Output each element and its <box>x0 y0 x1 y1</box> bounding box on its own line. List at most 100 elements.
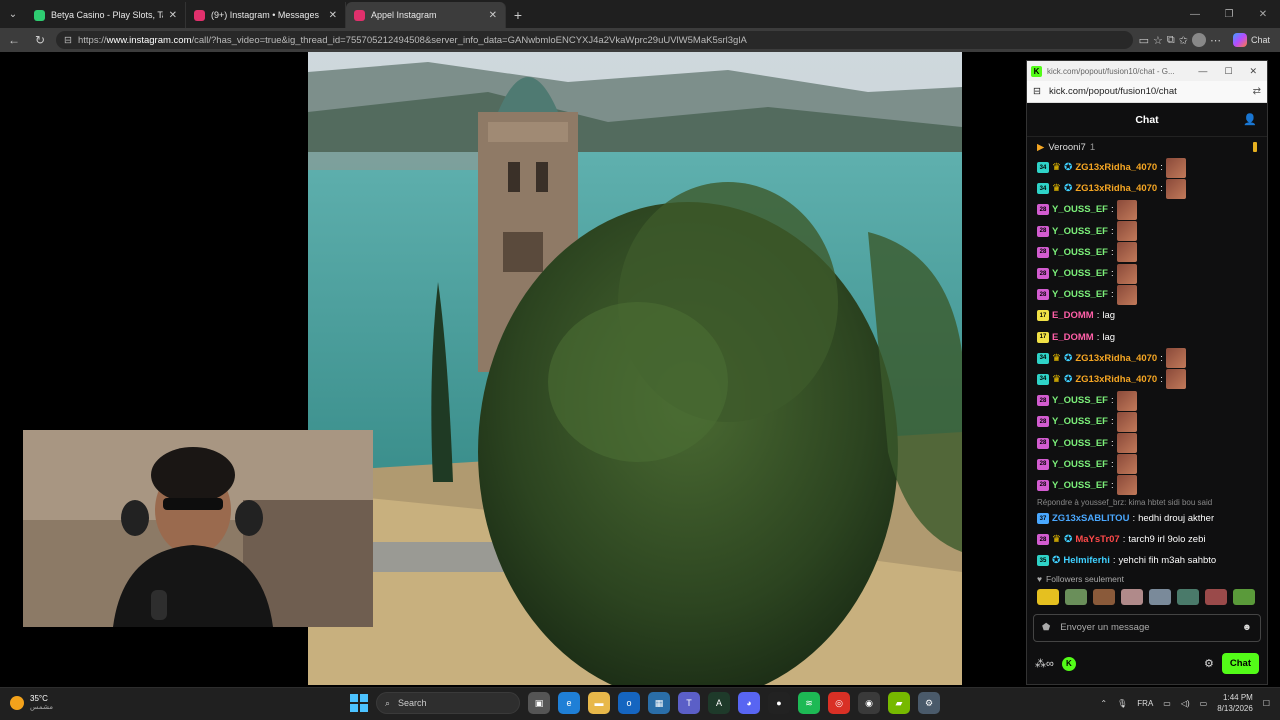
address-bar[interactable]: ⊟ https://www.instagram.com/call/?has_vi… <box>56 31 1133 49</box>
chat-message[interactable]: 37 ZG13xSABLITOU: hedhi drouj akther <box>1037 508 1257 529</box>
network-icon[interactable]: ▭ <box>1163 699 1171 708</box>
chat-username[interactable]: E_DOMM <box>1052 310 1094 321</box>
edge-icon[interactable]: e <box>558 692 580 714</box>
app-a-icon[interactable]: A <box>708 692 730 714</box>
back-arrow-icon[interactable]: ← <box>4 30 24 50</box>
emote-button[interactable] <box>1065 588 1087 605</box>
clock[interactable]: 1:44 PM 8/13/2026 <box>1217 692 1253 714</box>
chat-message[interactable]: 17 E_DOMM: lag <box>1037 327 1257 348</box>
emote-button[interactable] <box>1121 588 1143 605</box>
chat-username[interactable]: Y_OUSS_EF <box>1052 459 1108 470</box>
chat-message[interactable]: 34 ♛ ✪ ZG13xRidha_4070: <box>1037 178 1257 199</box>
outlook-icon[interactable]: o <box>618 692 640 714</box>
notifications-icon[interactable]: ☐ <box>1263 699 1270 708</box>
chat-username[interactable]: Y_OUSS_EF <box>1052 226 1108 237</box>
chat-username[interactable]: MaYsTr07 <box>1075 534 1119 545</box>
points-icon[interactable]: ⁂∞ <box>1035 657 1054 670</box>
favorites-icon[interactable]: ✩ <box>1179 34 1188 47</box>
chat-message[interactable]: 28 Y_OUSS_EF: <box>1037 221 1257 242</box>
chat-username[interactable]: ZG13xRidha_4070 <box>1075 162 1157 173</box>
close-icon[interactable]: ✕ <box>489 10 497 21</box>
chevron-up-icon[interactable]: ⌃ <box>1100 699 1107 708</box>
chat-username[interactable]: ZG13xSABLITOU <box>1052 513 1129 524</box>
spotify-icon[interactable]: ≋ <box>798 692 820 714</box>
new-tab-button[interactable]: + <box>506 2 530 28</box>
chat-message[interactable]: 28 Y_OUSS_EF: <box>1037 432 1257 454</box>
chat-username[interactable]: Y_OUSS_EF <box>1052 268 1108 279</box>
chat-message[interactable]: 35 ✪ Helmiferhi: yehchi fih m3ah sahbto <box>1037 550 1257 571</box>
chat-username[interactable]: ZG13xRidha_4070 <box>1075 353 1157 364</box>
more-menu-icon[interactable]: ⋯ <box>1210 34 1221 47</box>
chat-message[interactable]: 17 E_DOMM: lag <box>1037 305 1257 326</box>
chat-username[interactable]: E_DOMM <box>1052 332 1094 343</box>
chat-message[interactable]: 28 Y_OUSS_EF: <box>1037 242 1257 263</box>
copilot-button[interactable]: Chat <box>1227 33 1276 47</box>
chat-message[interactable]: 28 Y_OUSS_EF: <box>1037 284 1257 305</box>
emote-button[interactable] <box>1149 588 1171 605</box>
user-list-icon[interactable]: 👤 <box>1243 113 1257 126</box>
microphone-icon[interactable]: 🎙 <box>1117 699 1127 708</box>
chat-username[interactable]: Y_OUSS_EF <box>1052 289 1108 300</box>
maximize-icon[interactable]: ☐ <box>1218 66 1238 77</box>
discord-icon[interactable]: ◕ <box>738 692 760 714</box>
chat-username[interactable]: Y_OUSS_EF <box>1052 204 1108 215</box>
chat-message[interactable]: 28 Y_OUSS_EF: <box>1037 411 1257 432</box>
chat-username[interactable]: Helmiferhi <box>1063 555 1109 566</box>
volume-icon[interactable]: ◁) <box>1181 699 1190 708</box>
emote-button[interactable] <box>1177 588 1199 605</box>
chat-username[interactable]: Y_OUSS_EF <box>1052 247 1108 258</box>
translate-icon[interactable]: ⇄ <box>1253 86 1261 97</box>
site-info-icon[interactable]: ⊟ <box>64 35 72 46</box>
chat-message[interactable]: 28 Y_OUSS_EF: <box>1037 263 1257 284</box>
emoji-icon[interactable]: ☻ <box>1242 622 1252 633</box>
pinned-gifter[interactable]: ▶ Verooni7 1 <box>1027 137 1267 157</box>
emote-button[interactable] <box>1093 588 1115 605</box>
chat-message[interactable]: 28 ♛ ✪ MaYsTr07: tarch9 irl 9olo zebi <box>1037 529 1257 550</box>
chat-message[interactable]: 34 ♛ ✪ ZG13xRidha_4070: <box>1037 157 1257 178</box>
input-language[interactable]: FRA <box>1137 699 1153 708</box>
settings-icon[interactable]: ⚙ <box>918 692 940 714</box>
windows-start-icon[interactable] <box>350 694 368 712</box>
reload-icon[interactable]: ↻ <box>30 30 50 50</box>
obs-icon[interactable]: ● <box>768 692 790 714</box>
kick-badge-icon[interactable]: K <box>1061 656 1076 671</box>
close-window-icon[interactable]: ✕ <box>1246 0 1280 28</box>
kick-address-bar[interactable]: ⊟ kick.com/popout/fusion10/chat ⇄ <box>1027 81 1267 103</box>
emote-button[interactable] <box>1037 588 1059 605</box>
taskbar-search[interactable]: ⌕ Search <box>376 692 520 714</box>
minimize-icon[interactable]: — <box>1192 66 1213 76</box>
chat-username[interactable]: Y_OUSS_EF <box>1052 416 1108 427</box>
chat-message[interactable]: 34 ♛ ✪ ZG13xRidha_4070: <box>1037 348 1257 369</box>
camera-icon[interactable]: ▭ <box>1139 34 1149 47</box>
extensions-icon[interactable]: ⧉ <box>1167 34 1175 47</box>
site-info-icon[interactable]: ⊟ <box>1033 86 1041 97</box>
chat-username[interactable]: Y_OUSS_EF <box>1052 395 1108 406</box>
chat-username[interactable]: Y_OUSS_EF <box>1052 480 1108 491</box>
xbox-icon[interactable]: ◉ <box>858 692 880 714</box>
chat-username[interactable]: Y_OUSS_EF <box>1052 438 1108 449</box>
chat-username[interactable]: ZG13xRidha_4070 <box>1075 374 1157 385</box>
chat-message[interactable]: 28 Y_OUSS_EF: <box>1037 199 1257 220</box>
gear-icon[interactable]: ⚙ <box>1204 657 1214 670</box>
close-icon[interactable]: ✕ <box>329 10 337 21</box>
tab-instagram-messages[interactable]: (9+) Instagram • Messages ✕ <box>186 2 346 28</box>
tab-instagram-call[interactable]: Appel Instagram ✕ <box>346 2 506 28</box>
close-window-icon[interactable]: ✕ <box>1243 66 1263 77</box>
task-view-icon[interactable]: ▣ <box>528 692 550 714</box>
tab-search-icon[interactable]: ⌄ <box>0 0 26 28</box>
send-chat-button[interactable]: Chat <box>1221 653 1259 675</box>
weather-widget[interactable]: 35°C مشمس <box>10 694 53 711</box>
chat-message[interactable]: 28 Y_OUSS_EF: <box>1037 390 1257 411</box>
message-input[interactable]: ⬟ Envoyer un message ☻ <box>1033 613 1261 642</box>
chat-username[interactable]: ZG13xRidha_4070 <box>1075 183 1157 194</box>
restore-icon[interactable]: ❐ <box>1212 0 1246 28</box>
tab-betya-casino[interactable]: Betya Casino - Play Slots, Table & ✕ <box>26 2 186 28</box>
chat-message[interactable]: 28 Y_OUSS_EF: <box>1037 454 1257 475</box>
store-icon[interactable]: ▦ <box>648 692 670 714</box>
chat-message[interactable]: 28 Y_OUSS_EF: <box>1037 475 1257 496</box>
favorite-star-icon[interactable]: ☆ <box>1153 34 1163 47</box>
minimize-icon[interactable]: — <box>1178 0 1212 28</box>
battery-icon[interactable]: ▭ <box>1200 699 1208 708</box>
teams-icon[interactable]: T <box>678 692 700 714</box>
profile-avatar[interactable] <box>1191 33 1206 47</box>
